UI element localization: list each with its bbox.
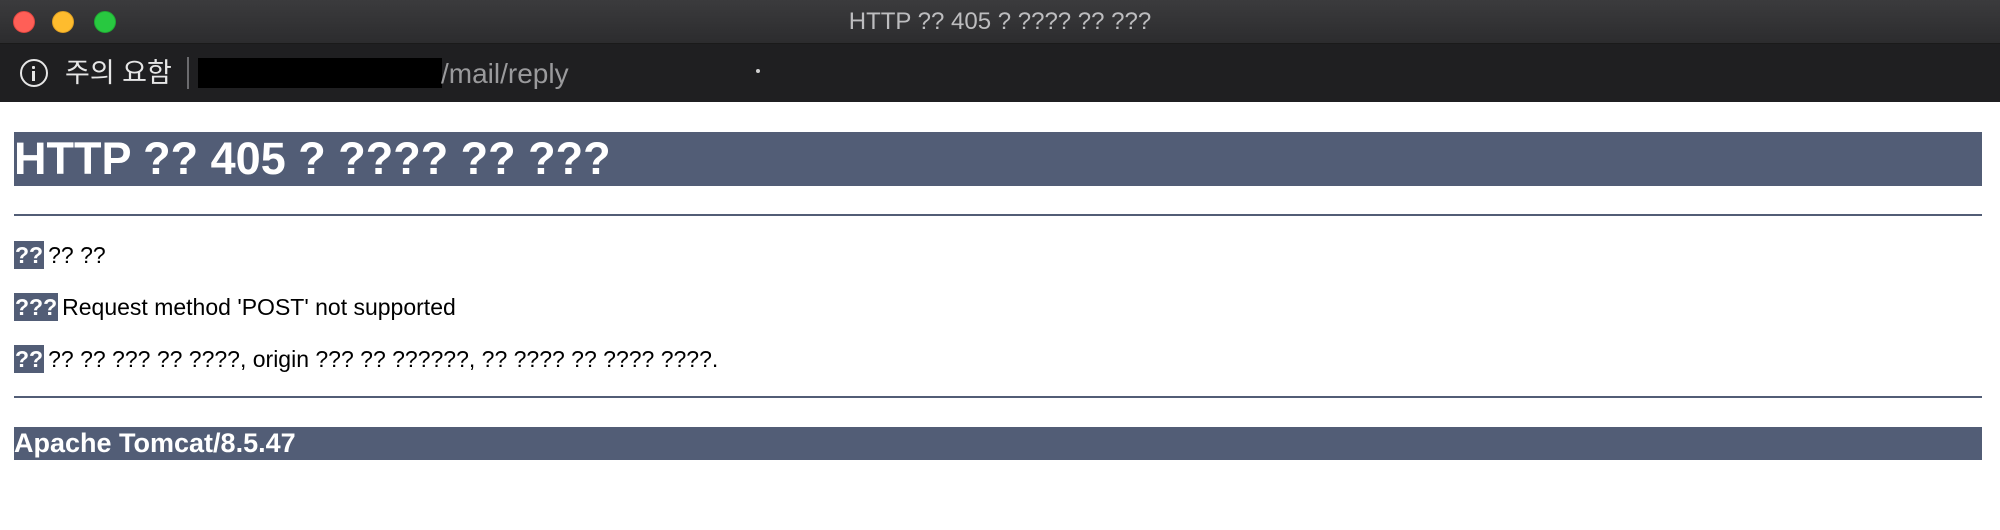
error-type-text: ?? ?? bbox=[48, 242, 106, 268]
error-description-row: ???? ?? ??? ?? ????, origin ??? ?? ?????… bbox=[14, 344, 718, 374]
error-type-label: ?? bbox=[14, 241, 45, 269]
redacted-host bbox=[198, 58, 442, 88]
error-message-row: ??? Request method 'POST' not supported bbox=[14, 292, 456, 322]
address-bar[interactable]: 주의 요함 /mail/reply bbox=[0, 44, 2000, 102]
error-message-label: ??? bbox=[14, 293, 59, 321]
info-icon[interactable] bbox=[20, 59, 48, 87]
address-separator bbox=[187, 57, 189, 89]
server-version-footer: Apache Tomcat/8.5.47 bbox=[14, 427, 1982, 460]
cursor-dot bbox=[756, 69, 760, 73]
browser-window: HTTP ?? 405 ? ???? ?? ??? 주의 요함 /mail/re… bbox=[0, 0, 2000, 530]
error-description-text: ?? ?? ??? ?? ????, origin ??? ?? ??????,… bbox=[48, 346, 719, 372]
window-title: HTTP ?? 405 ? ???? ?? ??? bbox=[848, 8, 1152, 35]
title-bar: HTTP ?? 405 ? ???? ?? ??? bbox=[0, 0, 2000, 44]
security-warning-label[interactable]: 주의 요함 bbox=[65, 44, 172, 102]
divider-bottom bbox=[14, 396, 1982, 398]
url-path[interactable]: /mail/reply bbox=[441, 44, 569, 102]
error-message-text: Request method 'POST' not supported bbox=[62, 294, 456, 320]
page-title: HTTP ?? 405 ? ???? ?? ??? bbox=[14, 132, 1982, 186]
divider-top bbox=[14, 214, 1982, 216]
error-description-label: ?? bbox=[14, 345, 45, 373]
error-type-row: ???? ?? bbox=[14, 240, 106, 270]
